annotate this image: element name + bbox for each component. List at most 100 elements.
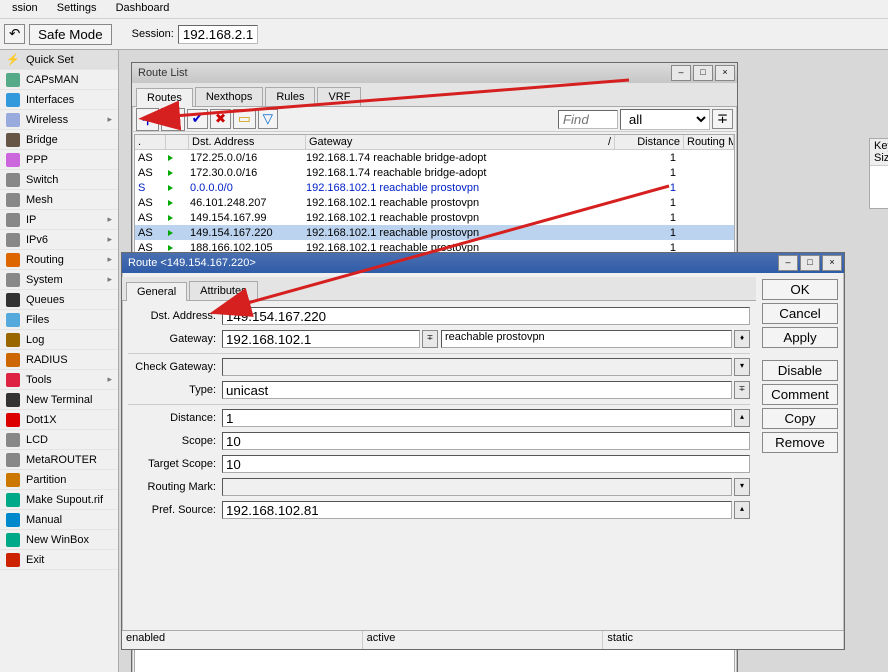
submenu-arrow-icon: ▸ (107, 274, 112, 285)
sidebar-item-label: Partition (26, 474, 66, 486)
apply-button[interactable]: Apply (762, 327, 838, 348)
sidebar-item-metarouter[interactable]: MetaROUTER (0, 450, 118, 470)
col-distance[interactable]: Distance (615, 135, 684, 149)
sidebar-item-make-supout-rif[interactable]: Make Supout.rif (0, 490, 118, 510)
gateway-input[interactable] (222, 330, 420, 348)
sidebar-item-radius[interactable]: RADIUS (0, 350, 118, 370)
sidebar-item-partition[interactable]: Partition (0, 470, 118, 490)
sidebar-item-dot1x[interactable]: Dot1X (0, 410, 118, 430)
find-input[interactable] (558, 110, 618, 129)
label-distance: Distance: (128, 412, 222, 424)
col-gateway[interactable]: Gateway/ (306, 135, 615, 149)
sidebar-item-interfaces[interactable]: Interfaces (0, 90, 118, 110)
sidebar-icon (6, 213, 20, 227)
filter-select[interactable]: all (620, 109, 710, 130)
close-button[interactable]: × (715, 65, 735, 81)
route-window-titlebar[interactable]: Route <149.154.167.220> – □ × (122, 253, 844, 273)
disable-button[interactable]: ✖ (210, 109, 231, 129)
col-routing-mark[interactable]: Routing M... (684, 135, 734, 149)
enable-button[interactable]: ✔ (187, 109, 208, 129)
menu-session[interactable]: ssion (4, 0, 46, 16)
route-row[interactable]: AS149.154.167.220192.168.102.1 reachable… (135, 225, 734, 240)
dst-address-input[interactable] (222, 307, 750, 325)
pref-source-input[interactable] (222, 501, 732, 519)
sidebar-item-system[interactable]: System▸ (0, 270, 118, 290)
pref-source-toggle[interactable]: ▴ (734, 501, 750, 519)
filter-dropdown-button[interactable]: ∓ (712, 109, 733, 129)
maximize-button[interactable]: □ (800, 255, 820, 271)
sidebar-item-lcd[interactable]: LCD (0, 430, 118, 450)
sidebar-item-ip[interactable]: IP▸ (0, 210, 118, 230)
sidebar-item-exit[interactable]: Exit (0, 550, 118, 570)
routing-mark-input[interactable] (222, 478, 732, 496)
route-row[interactable]: AS149.154.167.99192.168.102.1 reachable … (135, 210, 734, 225)
sidebar-item-wireless[interactable]: Wireless▸ (0, 110, 118, 130)
tab-nexthops[interactable]: Nexthops (195, 87, 263, 106)
sidebar-item-routing[interactable]: Routing▸ (0, 250, 118, 270)
sidebar-item-bridge[interactable]: Bridge (0, 130, 118, 150)
route-row[interactable]: AS172.25.0.0/16192.168.1.74 reachable br… (135, 150, 734, 165)
sidebar-item-new-terminal[interactable]: New Terminal (0, 390, 118, 410)
session-input[interactable] (178, 25, 258, 44)
tab-rules[interactable]: Rules (265, 87, 315, 106)
routing-mark-toggle[interactable]: ▾ (734, 478, 750, 496)
add-button[interactable]: ＋ (136, 108, 159, 131)
sidebar-item-tools[interactable]: Tools▸ (0, 370, 118, 390)
distance-toggle[interactable]: ▴ (734, 409, 750, 427)
sidebar-item-queues[interactable]: Queues (0, 290, 118, 310)
type-dropdown[interactable]: ∓ (734, 381, 750, 399)
sidebar-item-ipv6[interactable]: IPv6▸ (0, 230, 118, 250)
sidebar-quick-set[interactable]: ⚡ Quick Set (0, 50, 118, 70)
cancel-button[interactable]: Cancel (762, 303, 838, 324)
sidebar-item-new-winbox[interactable]: New WinBox (0, 530, 118, 550)
check-gateway-toggle[interactable]: ▾ (734, 358, 750, 376)
comment-button[interactable]: Comment (762, 384, 838, 405)
sidebar-item-mesh[interactable]: Mesh (0, 190, 118, 210)
cert-row[interactable]: 10243650yes (870, 194, 888, 208)
sidebar-icon (6, 553, 20, 567)
copy-button[interactable]: Copy (762, 408, 838, 429)
col-flags[interactable]: . (135, 135, 166, 149)
sidebar-item-files[interactable]: Files (0, 310, 118, 330)
undo-button[interactable]: ↶ (4, 24, 25, 44)
sidebar-item-manual[interactable]: Manual (0, 510, 118, 530)
filter-button[interactable]: ▽ (258, 109, 278, 129)
menu-settings[interactable]: Settings (49, 0, 105, 16)
remove-button[interactable]: － (161, 108, 184, 131)
sidebar-item-capsman[interactable]: CAPsMAN (0, 70, 118, 90)
safe-mode-button[interactable]: Safe Mode (29, 24, 111, 45)
ok-button[interactable]: OK (762, 279, 838, 300)
cert-row[interactable]: 40963650yes (870, 180, 888, 194)
gateway-dropdown[interactable]: ∓ (422, 330, 438, 348)
minimize-button[interactable]: – (778, 255, 798, 271)
route-row[interactable]: AS172.30.0.0/16192.168.1.74 reachable br… (135, 165, 734, 180)
tab-vrf[interactable]: VRF (317, 87, 361, 106)
cert-row[interactable]: 10243650yes (870, 166, 888, 180)
tab-general[interactable]: General (126, 282, 187, 301)
distance-input[interactable] (222, 409, 732, 427)
maximize-button[interactable]: □ (693, 65, 713, 81)
route-list-titlebar[interactable]: Route List – □ × (132, 63, 737, 83)
close-button[interactable]: × (822, 255, 842, 271)
sidebar-item-switch[interactable]: Switch (0, 170, 118, 190)
gateway-add[interactable]: ♦ (734, 330, 750, 348)
route-row[interactable]: S0.0.0.0/0192.168.102.1 reachable prosto… (135, 180, 734, 195)
comment-button[interactable]: ▭ (233, 109, 256, 129)
minimize-button[interactable]: – (671, 65, 691, 81)
menu-dashboard[interactable]: Dashboard (108, 0, 178, 16)
check-gateway-input[interactable] (222, 358, 732, 376)
col-keysize[interactable]: Key Size (870, 139, 888, 165)
type-input[interactable] (222, 381, 732, 399)
lightning-icon: ⚡ (6, 53, 20, 67)
target-scope-input[interactable] (222, 455, 750, 473)
scope-input[interactable] (222, 432, 750, 450)
remove-button[interactable]: Remove (762, 432, 838, 453)
disable-button[interactable]: Disable (762, 360, 838, 381)
sidebar-item-log[interactable]: Log (0, 330, 118, 350)
sidebar-item-ppp[interactable]: PPP (0, 150, 118, 170)
sidebar-item-label: Tools (26, 374, 52, 386)
col-dst[interactable]: Dst. Address (189, 135, 306, 149)
tab-routes[interactable]: Routes (136, 88, 193, 107)
tab-attributes[interactable]: Attributes (189, 281, 257, 300)
route-row[interactable]: AS46.101.248.207192.168.102.1 reachable … (135, 195, 734, 210)
